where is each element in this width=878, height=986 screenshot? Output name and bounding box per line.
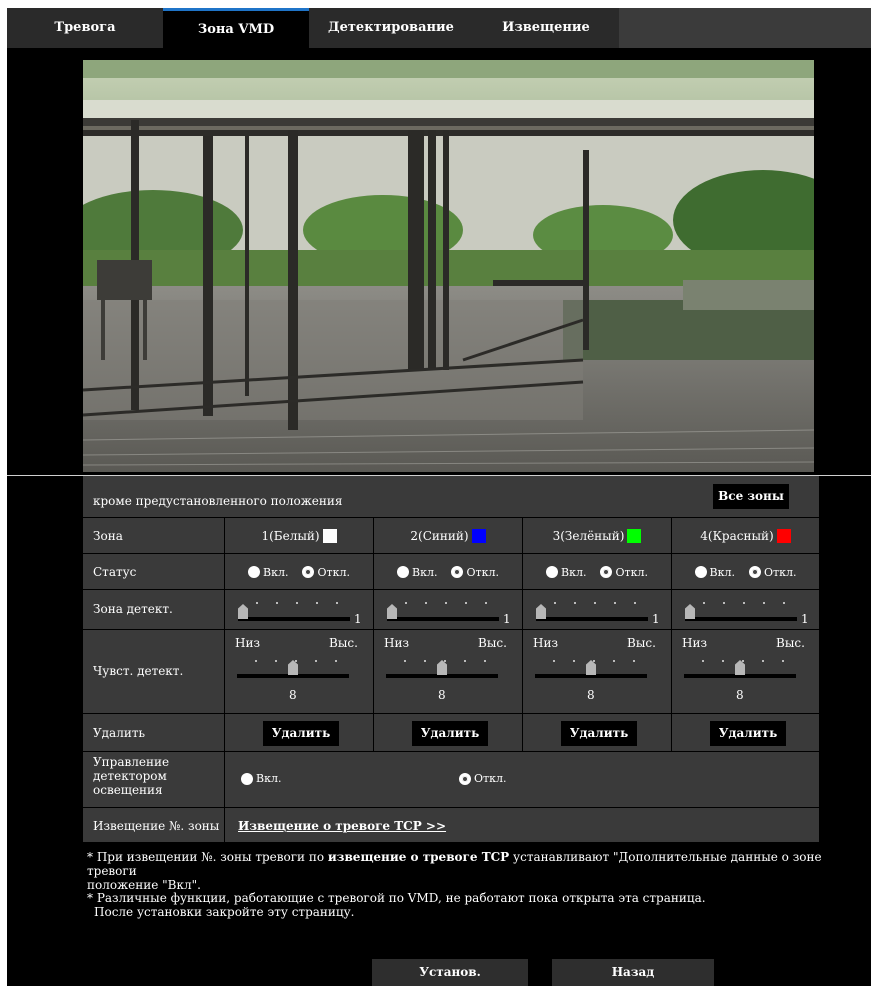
zone-1-status: Вкл. Откл.: [225, 554, 373, 590]
set-button[interactable]: Установ.: [372, 959, 528, 986]
tab-bar: Тревога Зона VMD Детектирование звука Из…: [7, 8, 871, 75]
delete-row-label: Удалить: [93, 726, 146, 740]
zone-2-sens-value: 8: [438, 688, 446, 702]
zone-1-header: 1(Белый): [225, 518, 373, 554]
zone-3-detect-area-slider[interactable]: 1: [536, 590, 661, 630]
zone-4-detect-area-slider[interactable]: 1: [685, 590, 810, 630]
status-row-label: Статус: [93, 565, 137, 579]
tab-audio-detection[interactable]: Детектирование звука: [309, 8, 473, 75]
zone-4-sensitivity-slider[interactable]: Низ Выс. 8: [672, 630, 819, 714]
sensitivity-row: Чувст. детект. Низ Выс. 8 Низ Выс. 8 Низ…: [83, 629, 819, 714]
column-divider: [224, 751, 225, 842]
zone-3-status-on-radio[interactable]: Вкл.: [546, 566, 586, 579]
zone-4-header: 4(Красный): [672, 518, 819, 554]
note-vmd-functions: * Различные функции, работающие с тревог…: [87, 891, 706, 919]
zone-1-sens-high-label: Выс.: [329, 636, 358, 650]
detect-area-row: Зона детект. 1 1 1 1: [83, 589, 819, 630]
column-divider: [522, 517, 523, 751]
zone-3-detect-area-thumb[interactable]: [536, 604, 546, 619]
status-row: Статус Вкл. Откл. Вкл. Откл. Вкл. Откл. …: [83, 553, 819, 590]
tab-vmd-area[interactable]: Зона VMD: [163, 8, 309, 48]
back-button[interactable]: Назад: [552, 959, 714, 986]
detect-area-row-label: Зона детект.: [93, 602, 173, 616]
zone-3-sens-low-label: Низ: [533, 636, 559, 650]
zone-2-detect-area-thumb[interactable]: [387, 604, 397, 619]
column-divider: [373, 517, 374, 751]
light-control-on-radio[interactable]: Вкл.: [241, 772, 281, 785]
delete-row: Удалить Удалить Удалить Удалить Удалить: [83, 713, 819, 752]
zone-1-sens-value: 8: [289, 688, 297, 702]
zone-3-color-swatch: [627, 529, 642, 543]
zone-4-sens-value: 8: [736, 688, 744, 702]
zone-4-detect-area-thumb[interactable]: [685, 604, 695, 619]
zone-3-sens-high-label: Выс.: [627, 636, 656, 650]
light-control-row-label: Управление детектором освещения: [93, 755, 170, 797]
zone-4-status: Вкл. Откл.: [672, 554, 819, 590]
zone-3-sens-value: 8: [587, 688, 595, 702]
zone-1-sensitivity-slider[interactable]: Низ Выс. 8: [225, 630, 373, 714]
zone-1-sens-thumb[interactable]: [288, 660, 298, 675]
zone-4-delete-button[interactable]: Удалить: [710, 721, 786, 746]
zone-4-status-off-radio[interactable]: Откл.: [748, 566, 796, 579]
zone-1-detect-area-value: 1: [354, 612, 362, 626]
zone-2-name: 2(Синий): [410, 529, 469, 543]
zone-1-color-swatch: [322, 529, 337, 543]
zone-3-status: Вкл. Откл.: [523, 554, 671, 590]
zone-2-header: 2(Синий): [374, 518, 522, 554]
all-zones-button[interactable]: Все зоны: [713, 484, 789, 509]
zone-3-header: 3(Зелёный): [523, 518, 671, 554]
zone-1-status-on-radio[interactable]: Вкл.: [248, 566, 288, 579]
tab-notification[interactable]: Извещение: [473, 8, 619, 48]
sensitivity-row-label: Чувст. детект.: [93, 664, 184, 678]
zone-3-detect-area-value: 1: [652, 612, 660, 626]
zone-1-detect-area-thumb[interactable]: [238, 604, 248, 619]
zone-3-name: 3(Зелёный): [552, 529, 625, 543]
zone-2-status-off-radio[interactable]: Откл.: [451, 566, 499, 579]
preset-scope-label: кроме предустановленного положения: [93, 494, 343, 508]
zone-2-status-on-radio[interactable]: Вкл.: [397, 566, 437, 579]
header-row: кроме предустановленного положения Все з…: [83, 476, 819, 517]
zone-3-delete-button[interactable]: Удалить: [561, 721, 637, 746]
zone-1-detect-area-slider[interactable]: 1: [238, 590, 363, 630]
zone-4-sens-low-label: Низ: [682, 636, 708, 650]
camera-scene-image: [83, 60, 814, 472]
tcp-alarm-notification-link[interactable]: Извещение о тревоге TCP >>: [238, 819, 446, 833]
notification-row-label: Извещение №. зоны: [93, 819, 220, 833]
zone-1-status-off-radio[interactable]: Откл.: [302, 566, 350, 579]
zone-2-sens-high-label: Выс.: [478, 636, 507, 650]
zone-1-delete-button[interactable]: Удалить: [263, 721, 339, 746]
zone-4-color-swatch: [776, 529, 791, 543]
column-divider: [224, 517, 225, 751]
zone-row-label: Зона: [93, 529, 123, 543]
zone-2-sensitivity-slider[interactable]: Низ Выс. 8: [374, 630, 522, 714]
zone-1-sens-low-label: Низ: [235, 636, 261, 650]
zone-3-sens-thumb[interactable]: [586, 660, 596, 675]
zone-3-sensitivity-slider[interactable]: Низ Выс. 8: [523, 630, 671, 714]
zone-3-status-off-radio[interactable]: Откл.: [600, 566, 648, 579]
column-divider: [671, 517, 672, 751]
settings-window: Тревога Зона VMD Детектирование звука Из…: [7, 8, 871, 986]
zone-2-color-swatch: [471, 529, 486, 543]
zone-1-name: 1(Белый): [261, 529, 320, 543]
zone-4-detect-area-value: 1: [801, 612, 809, 626]
vmd-settings-panel: кроме предустановленного положения Все з…: [83, 476, 819, 842]
zone-row: Зона 1(Белый) 2(Синий) 3(Зелёный) 4(Крас…: [83, 517, 819, 554]
light-control-off-radio[interactable]: Откл.: [459, 772, 506, 785]
zone-4-status-on-radio[interactable]: Вкл.: [694, 566, 735, 579]
zone-2-detect-area-value: 1: [503, 612, 511, 626]
zone-2-status: Вкл. Откл.: [374, 554, 522, 590]
zone-2-detect-area-slider[interactable]: 1: [387, 590, 512, 630]
note-alarm-zone: * При извещении №. зоны тревоги по извещ…: [87, 850, 822, 892]
zone-2-delete-button[interactable]: Удалить: [412, 721, 488, 746]
notification-row: Извещение №. зоны Извещение о тревоге TC…: [83, 807, 819, 843]
camera-live-image[interactable]: [83, 60, 814, 472]
zone-2-sens-thumb[interactable]: [437, 660, 447, 675]
light-control-row: Управление детектором освещения Вкл. Отк…: [83, 751, 819, 808]
zone-4-sens-high-label: Выс.: [776, 636, 805, 650]
zone-2-sens-low-label: Низ: [384, 636, 410, 650]
zone-4-name: 4(Красный): [700, 529, 774, 543]
zone-4-sens-thumb[interactable]: [735, 660, 745, 675]
tab-alarm[interactable]: Тревога: [7, 8, 163, 48]
